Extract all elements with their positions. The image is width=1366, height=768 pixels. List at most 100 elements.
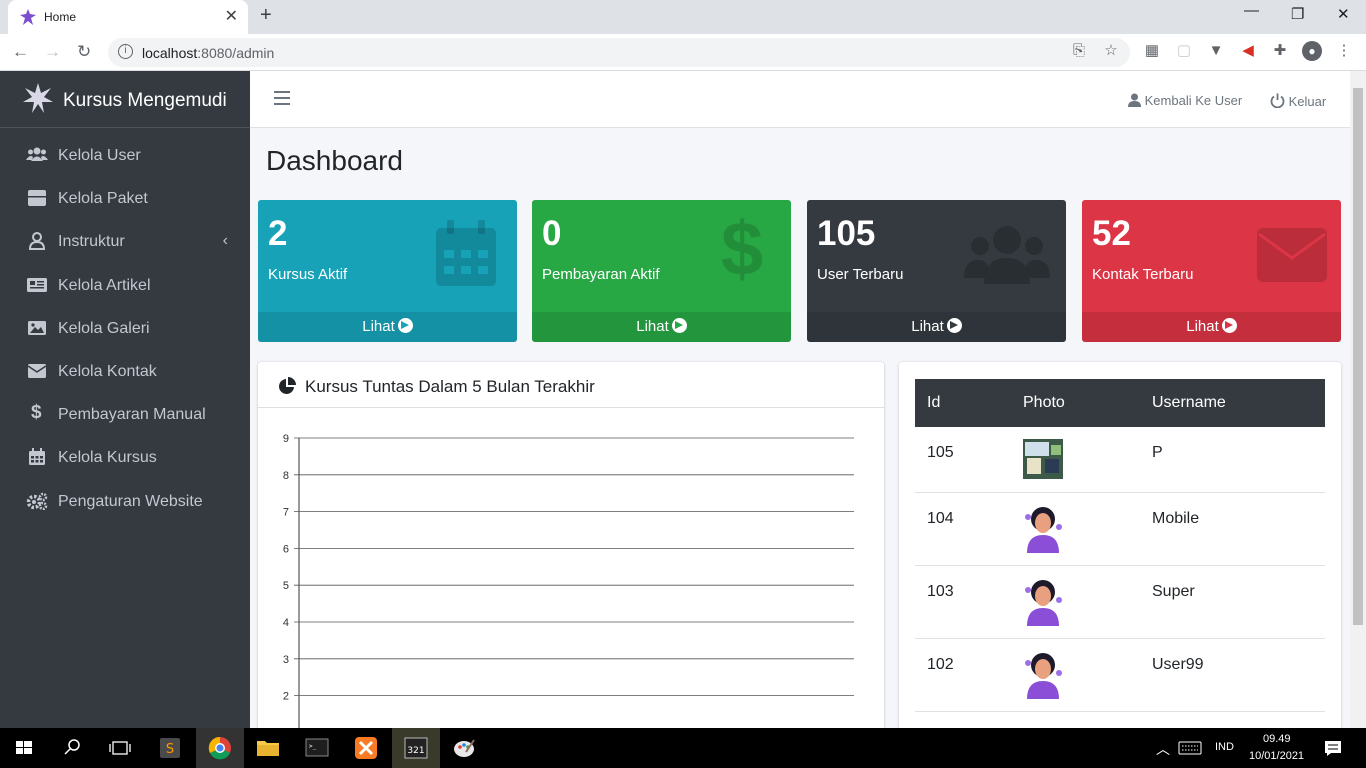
- sidebar-item-kelola-artikel[interactable]: Kelola Artikel: [0, 264, 250, 307]
- chrome-icon[interactable]: [196, 728, 244, 768]
- sidebar-item-label: Kelola Galeri: [58, 319, 150, 337]
- brand-link[interactable]: Kursus Mengemudi: [0, 71, 250, 128]
- table-row: 102 User99: [915, 638, 1325, 712]
- arrow-circle-right-icon: [946, 318, 962, 333]
- windows-start-icon[interactable]: [0, 728, 48, 768]
- sidebar-item-kelola-paket[interactable]: Kelola Paket: [0, 177, 250, 220]
- user-icon: [28, 232, 46, 251]
- search-icon[interactable]: [48, 728, 96, 768]
- box-icon: [28, 190, 46, 207]
- language-indicator[interactable]: IND: [1215, 741, 1234, 753]
- sidebar-item-kelola-kontak[interactable]: Kelola Kontak: [0, 350, 250, 393]
- bookmark-star-icon[interactable]: ☆: [1103, 43, 1119, 59]
- avatar-illustration: [1025, 506, 1062, 553]
- task-view-icon[interactable]: [96, 728, 144, 768]
- column-header-id: Id: [915, 379, 1011, 427]
- site-info-icon[interactable]: i: [118, 44, 133, 59]
- sidebar-item-label: Kelola Kursus: [58, 449, 157, 467]
- sidebar-item-kelola-user[interactable]: Kelola User: [0, 134, 250, 177]
- sidebar-item-pembayaran-manual[interactable]: $ Pembayaran Manual: [0, 393, 250, 436]
- puzzle-extensions-icon[interactable]: ✚: [1272, 43, 1288, 59]
- cogs-icon: [26, 492, 48, 510]
- y-tick-label: 7: [283, 507, 289, 519]
- stat-more-link[interactable]: Lihat: [258, 312, 517, 342]
- translate-icon[interactable]: ⎘: [1071, 43, 1087, 59]
- logout-link[interactable]: Keluar: [1270, 93, 1326, 109]
- stat-box-kursus-aktif: 2 Kursus Aktif Lihat: [258, 200, 517, 342]
- close-tab-icon[interactable]: ✕: [225, 6, 238, 26]
- reload-icon[interactable]: ↻: [77, 42, 91, 62]
- chart-card-header: Kursus Tuntas Dalam 5 Bulan Terakhir: [258, 362, 884, 408]
- keyboard-icon[interactable]: [1178, 728, 1202, 768]
- stat-label: Kontak Terbaru: [1092, 266, 1194, 283]
- profile-avatar-icon[interactable]: ●: [1302, 41, 1322, 61]
- sublime-text-icon[interactable]: S: [146, 728, 194, 768]
- sidebar-item-label: Pembayaran Manual: [58, 406, 206, 424]
- tab-title: Home: [44, 10, 77, 24]
- users-icon: [26, 147, 48, 161]
- new-tab-icon[interactable]: +: [260, 4, 272, 27]
- window-close-icon[interactable]: ✕: [1337, 5, 1350, 23]
- restore-icon[interactable]: ❐: [1291, 5, 1304, 23]
- browser-tab[interactable]: Home ✕: [8, 0, 248, 34]
- stat-more-link[interactable]: Lihat: [807, 312, 1066, 342]
- svg-text:321: 321: [407, 746, 424, 756]
- xampp-icon[interactable]: [342, 728, 390, 768]
- cell-photo: [1011, 565, 1140, 639]
- envelope-icon: [1257, 228, 1327, 282]
- sidebar-item-pengaturan-website[interactable]: Pengaturan Website: [0, 480, 250, 523]
- y-tick-label: 9: [283, 433, 289, 445]
- clock-time[interactable]: 09.49: [1263, 733, 1291, 745]
- arrow-circle-right-icon: [671, 318, 687, 333]
- megaphone-extension-icon[interactable]: ◀: [1240, 43, 1256, 59]
- tray-chevron-up-icon[interactable]: ︿: [1156, 739, 1170, 759]
- page-title: Dashboard: [266, 145, 403, 176]
- browser-tab-strip: Home ✕ + — ❐ ✕: [0, 0, 1366, 34]
- stat-value: 52: [1092, 214, 1131, 253]
- column-header-username: Username: [1140, 379, 1325, 427]
- cell-username: Super: [1140, 565, 1325, 639]
- forward-icon[interactable]: →: [44, 42, 61, 62]
- clock-date[interactable]: 10/01/2021: [1249, 750, 1304, 762]
- extension-icon[interactable]: ▢: [1176, 43, 1192, 59]
- page-scrollbar[interactable]: [1350, 71, 1366, 728]
- browser-menu-icon[interactable]: ⋮: [1336, 43, 1352, 59]
- windows-taskbar: S >_ 321 ︿ IND 09.49 10/01/2021: [0, 728, 1366, 768]
- stat-more-label: Lihat: [636, 318, 669, 335]
- vpn-extension-icon[interactable]: ▼: [1208, 43, 1224, 59]
- minimize-icon[interactable]: —: [1244, 2, 1259, 19]
- notifications-icon[interactable]: [1318, 728, 1348, 768]
- url-input[interactable]: i localhost:8080/admin: [108, 38, 1130, 67]
- newspaper-icon: [27, 277, 47, 292]
- dollar-icon: $: [31, 402, 42, 424]
- cell-id: 103: [915, 565, 1011, 639]
- y-tick-label: 4: [283, 617, 289, 629]
- table-row: 104 Mobile: [915, 492, 1325, 566]
- scrollbar-thumb[interactable]: [1353, 88, 1363, 625]
- stat-value: 105: [817, 214, 876, 253]
- back-icon[interactable]: ←: [12, 42, 29, 62]
- file-explorer-icon[interactable]: [244, 728, 292, 768]
- qr-extension-icon[interactable]: ▦: [1144, 43, 1160, 59]
- stat-more-link[interactable]: Lihat: [1082, 312, 1341, 342]
- paint-icon[interactable]: [440, 728, 488, 768]
- back-to-user-link[interactable]: Kembali Ke User: [1128, 93, 1242, 108]
- stat-box-pembayaran-aktif: 0 Pembayaran Aktif $ Lihat: [532, 200, 791, 342]
- hamburger-menu-icon[interactable]: [274, 91, 290, 105]
- cell-username: Mobile: [1140, 492, 1325, 566]
- sidebar-item-kelola-kursus[interactable]: Kelola Kursus: [0, 436, 250, 479]
- users-table: Id Photo Username 105 P 104 Mobile 103 S…: [915, 379, 1325, 712]
- users-table-card: Id Photo Username 105 P 104 Mobile 103 S…: [899, 362, 1341, 742]
- power-icon: [1270, 93, 1285, 109]
- sidebar-item-kelola-galeri[interactable]: Kelola Galeri: [0, 307, 250, 350]
- svg-text:>_: >_: [309, 743, 317, 750]
- stat-more-label: Lihat: [911, 318, 944, 335]
- sidebar-item-instruktur[interactable]: Instruktur ‹: [0, 220, 250, 263]
- stat-more-link[interactable]: Lihat: [532, 312, 791, 342]
- cell-username: P: [1140, 427, 1325, 493]
- stat-more-label: Lihat: [362, 318, 395, 335]
- stat-more-label: Lihat: [1186, 318, 1219, 335]
- media-player-icon[interactable]: 321: [392, 728, 440, 768]
- chevron-left-icon[interactable]: ‹: [223, 232, 228, 250]
- terminal-icon[interactable]: >_: [293, 728, 341, 768]
